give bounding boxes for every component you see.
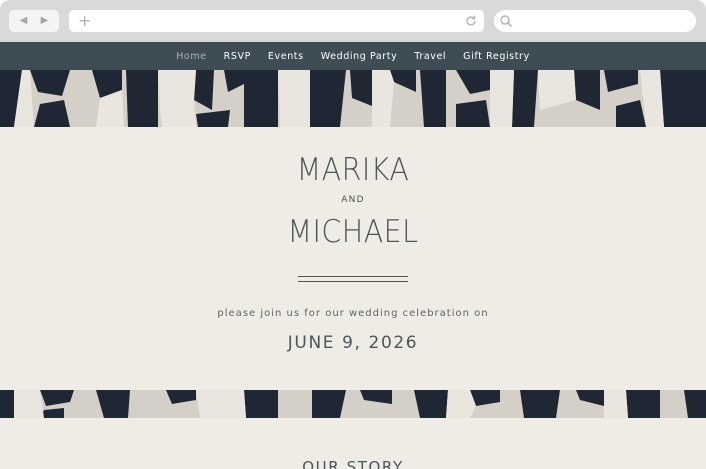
browser-toolbar: ◀ ▶ + bbox=[0, 0, 706, 42]
browser-window: ◀ ▶ + Home RSVP Events Wedding Party Tra… bbox=[0, 0, 706, 469]
wedding-date: JUNE 9, 2026 bbox=[287, 333, 419, 353]
decorative-pattern-band-top bbox=[0, 70, 706, 127]
decorative-pattern-band-bottom bbox=[0, 390, 706, 418]
site-navigation: Home RSVP Events Wedding Party Travel Gi… bbox=[0, 42, 706, 70]
nav-item-gift-registry[interactable]: Gift Registry bbox=[463, 51, 530, 62]
address-bar[interactable]: + bbox=[69, 10, 484, 32]
story-section: OUR STORY bbox=[0, 418, 706, 469]
back-arrow-icon[interactable]: ◀ bbox=[20, 16, 28, 26]
invitation-text: please join us for our wedding celebrati… bbox=[217, 308, 489, 319]
couple-name-connector: AND bbox=[341, 195, 365, 205]
our-story-heading: OUR STORY bbox=[302, 458, 404, 469]
divider-line-bottom bbox=[298, 281, 408, 282]
nav-item-wedding-party[interactable]: Wedding Party bbox=[321, 51, 398, 62]
history-buttons: ◀ ▶ bbox=[9, 10, 59, 32]
search-bar[interactable] bbox=[494, 10, 696, 32]
search-icon bbox=[500, 15, 513, 28]
couple-name-second: MICHAEL bbox=[287, 214, 419, 250]
divider-line-top bbox=[298, 276, 408, 277]
nav-item-home[interactable]: Home bbox=[176, 51, 206, 62]
nav-item-events[interactable]: Events bbox=[268, 51, 304, 62]
plus-icon[interactable]: + bbox=[78, 12, 91, 30]
forward-arrow-icon[interactable]: ▶ bbox=[41, 16, 49, 26]
reload-icon[interactable] bbox=[464, 14, 478, 28]
nav-item-rsvp[interactable]: RSVP bbox=[224, 51, 251, 62]
couple-name-first: MARIKA bbox=[296, 152, 410, 188]
nav-item-travel[interactable]: Travel bbox=[414, 51, 446, 62]
hero-section: MARIKA AND MICHAEL please join us for ou… bbox=[0, 127, 706, 390]
